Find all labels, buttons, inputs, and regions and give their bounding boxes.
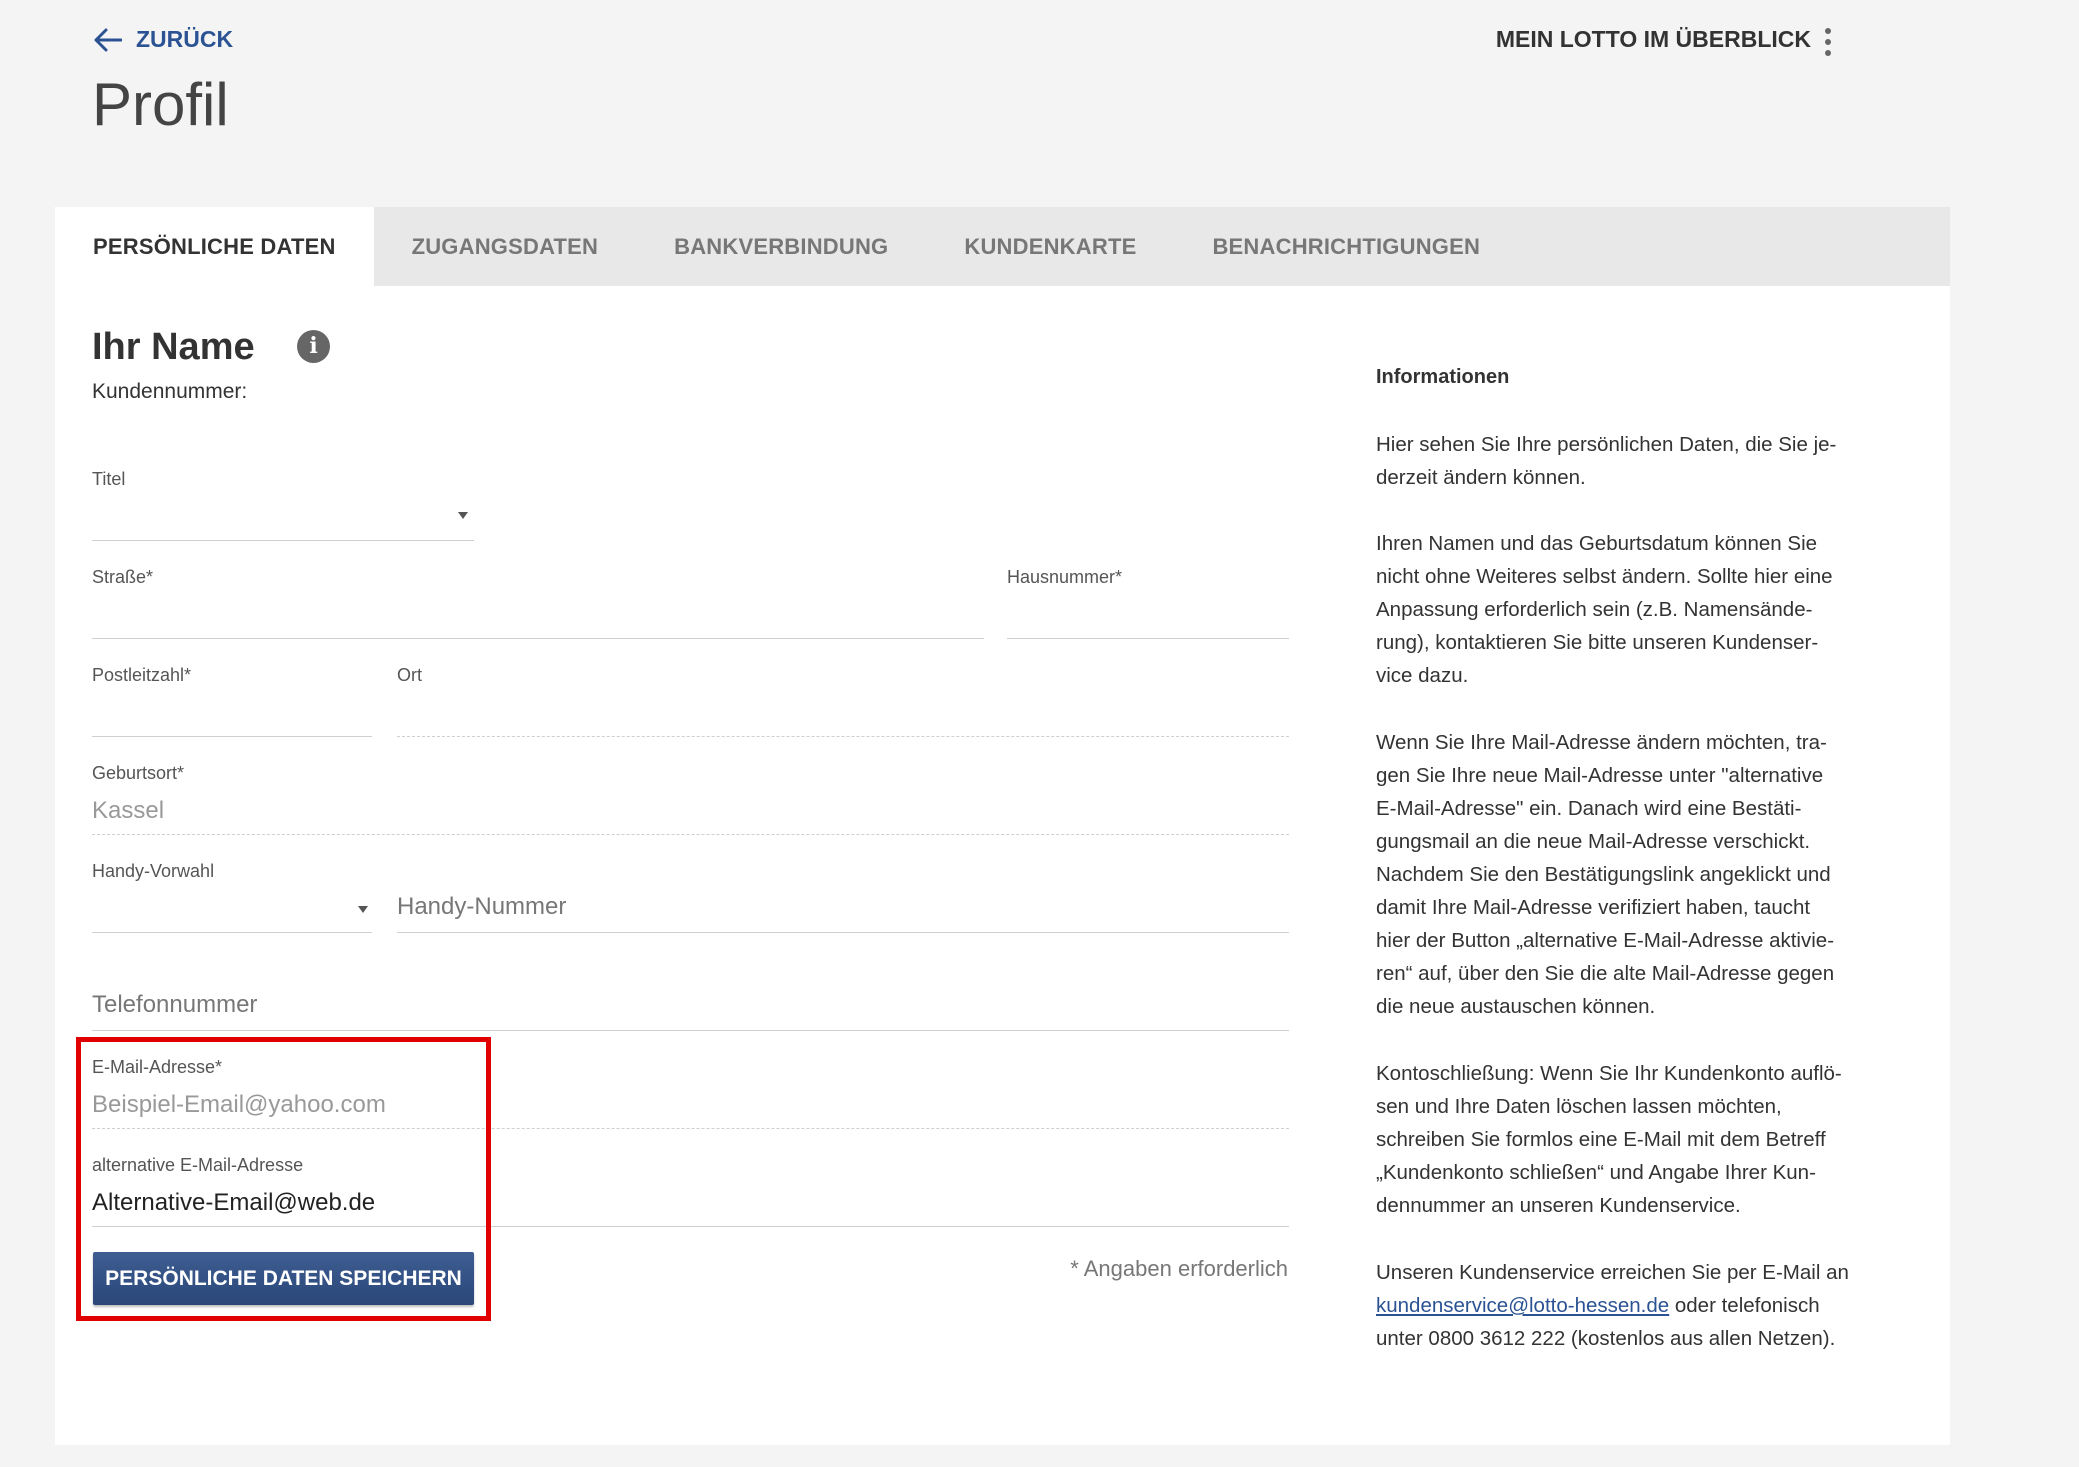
info-paragraph-3: Wenn Sie Ihre Mail-Adresse ändern möchte…: [1376, 726, 1886, 1023]
strasse-underline: [92, 638, 984, 639]
caret-down-icon: [458, 512, 468, 519]
info-line: Anpassung erforderlich sein (z.B. Namens…: [1376, 598, 1813, 621]
customer-number-label: Kundennummer:: [92, 380, 248, 403]
info-line: Ihren Namen und das Geburtsdatum können …: [1376, 532, 1818, 555]
info-line: Hier sehen Sie Ihre persönlichen Daten, …: [1376, 433, 1837, 456]
tab-bar: PERSÖNLICHE DATEN ZUGANGSDATEN BANKVERBI…: [55, 207, 1950, 286]
info-line: „Kundenkonto schließen“ und Angabe Ihrer…: [1376, 1161, 1816, 1184]
ort-label: Ort: [397, 665, 422, 685]
page-title: Profil: [92, 71, 229, 138]
info-line: die neue austauschen können.: [1376, 995, 1656, 1018]
info-icon[interactable]: i: [297, 330, 330, 363]
alt-email-label: alternative E-Mail-Adresse: [92, 1155, 304, 1175]
save-personal-data-button[interactable]: PERSÖNLICHE DATEN SPEICHERN: [93, 1252, 474, 1305]
handy-vorwahl-underline: [92, 932, 372, 933]
info-line: nicht ohne Weiteres selbst ändern. Sollt…: [1376, 565, 1833, 588]
titel-label: Titel: [92, 469, 126, 489]
back-link[interactable]: ZURÜCK: [94, 26, 233, 53]
geburtsort-label: Geburtsort*: [92, 763, 185, 783]
tab-persoenliche-daten[interactable]: PERSÖNLICHE DATEN: [55, 207, 374, 286]
alt-email-input[interactable]: Alternative-Email@web.de: [92, 1189, 375, 1217]
info-line: rung), kontaktieren Sie bitte unseren Ku…: [1376, 631, 1819, 654]
handy-vorwahl-select[interactable]: [92, 888, 372, 932]
info-line: Unseren Kundenservice erreichen Sie per …: [1376, 1261, 1849, 1284]
handy-nummer-input[interactable]: Handy-Nummer: [397, 893, 566, 921]
info-line: E-Mail-Adresse" ein. Danach wird eine Be…: [1376, 797, 1802, 820]
more-menu-icon[interactable]: [1821, 28, 1835, 56]
titel-select[interactable]: [92, 496, 474, 540]
arrow-left-icon: [94, 28, 122, 51]
info-line: sen und Ihre Daten löschen lassen möchte…: [1376, 1095, 1782, 1118]
info-line: kundenservice@lotto-hessen.de oder telef…: [1376, 1289, 1886, 1322]
telefon-underline: [92, 1030, 1289, 1031]
plz-underline: [92, 736, 372, 737]
info-line: gungsmail an die neue Mail-Adresse versc…: [1376, 830, 1811, 853]
info-line: damit Ihre Mail-Adresse verifiziert habe…: [1376, 896, 1811, 919]
plz-input[interactable]: [92, 692, 372, 736]
info-line: derzeit ändern können.: [1376, 466, 1586, 489]
info-line: gen Sie Ihre neue Mail-Adresse unter "al…: [1376, 764, 1824, 787]
hausnummer-input[interactable]: [1007, 594, 1289, 638]
titel-underline: [92, 540, 474, 541]
email-value: Beispiel-Email@yahoo.com: [92, 1091, 386, 1118]
overview-link[interactable]: MEIN LOTTO IM ÜBERBLICK: [1496, 26, 1811, 53]
geburtsort-underline: [92, 834, 1289, 835]
info-line: hier der Button „alternative E-Mail-Adre…: [1376, 929, 1835, 952]
info-line: dennummer an unseren Kundenservice.: [1376, 1194, 1741, 1217]
ort-input[interactable]: [397, 692, 1289, 736]
handy-nummer-underline: [397, 932, 1289, 933]
email-underline: [92, 1128, 1289, 1129]
info-line: ren“ auf, über den Sie die alte Mail-Adr…: [1376, 962, 1835, 985]
name-heading: Ihr Name: [92, 326, 255, 368]
alt-email-underline: [92, 1226, 1289, 1227]
info-line: Kontoschließung: Wenn Sie Ihr Kundenkont…: [1376, 1062, 1842, 1085]
hausnummer-underline: [1007, 638, 1289, 639]
telefon-input[interactable]: Telefonnummer: [92, 991, 257, 1019]
caret-down-icon: [358, 906, 368, 913]
info-text: oder telefonisch: [1669, 1294, 1820, 1317]
geburtsort-value: Kassel: [92, 797, 165, 824]
required-note: * Angaben erforderlich: [1070, 1256, 1288, 1281]
info-line: unter 0800 3612 222 (kostenlos aus allen…: [1376, 1327, 1836, 1350]
tab-bankverbindung[interactable]: BANKVERBINDUNG: [636, 207, 926, 286]
info-title: Informationen: [1376, 366, 1510, 388]
info-paragraph-5: Unseren Kundenservice erreichen Sie per …: [1376, 1256, 1886, 1355]
info-paragraph-2: Ihren Namen und das Geburtsdatum können …: [1376, 527, 1886, 692]
tab-zugangsdaten[interactable]: ZUGANGSDATEN: [374, 207, 637, 286]
info-line: schreiben Sie formlos eine E-Mail mit de…: [1376, 1128, 1826, 1151]
hausnummer-label: Hausnummer*: [1007, 567, 1123, 587]
back-label: ZURÜCK: [136, 26, 234, 52]
tab-benachrichtigungen[interactable]: BENACHRICHTIGUNGEN: [1174, 207, 1518, 286]
info-line: vice dazu.: [1376, 664, 1469, 687]
strasse-input[interactable]: [92, 594, 984, 638]
kundenservice-email-link[interactable]: kundenservice@lotto-hessen.de: [1376, 1294, 1669, 1317]
email-label: E-Mail-Adresse*: [92, 1057, 223, 1077]
info-line: Wenn Sie Ihre Mail-Adresse ändern möchte…: [1376, 731, 1827, 754]
info-paragraph-4: Kontoschließung: Wenn Sie Ihr Kundenkont…: [1376, 1057, 1886, 1222]
info-paragraph-1: Hier sehen Sie Ihre persönlichen Daten, …: [1376, 428, 1886, 494]
tab-kundenkarte[interactable]: KUNDENKARTE: [926, 207, 1174, 286]
plz-label: Postleitzahl*: [92, 665, 192, 685]
info-line: Nachdem Sie den Bestätigungslink angekli…: [1376, 863, 1831, 886]
handy-vorwahl-label: Handy-Vorwahl: [92, 861, 215, 881]
strasse-label: Straße*: [92, 567, 154, 587]
ort-underline: [397, 736, 1289, 737]
